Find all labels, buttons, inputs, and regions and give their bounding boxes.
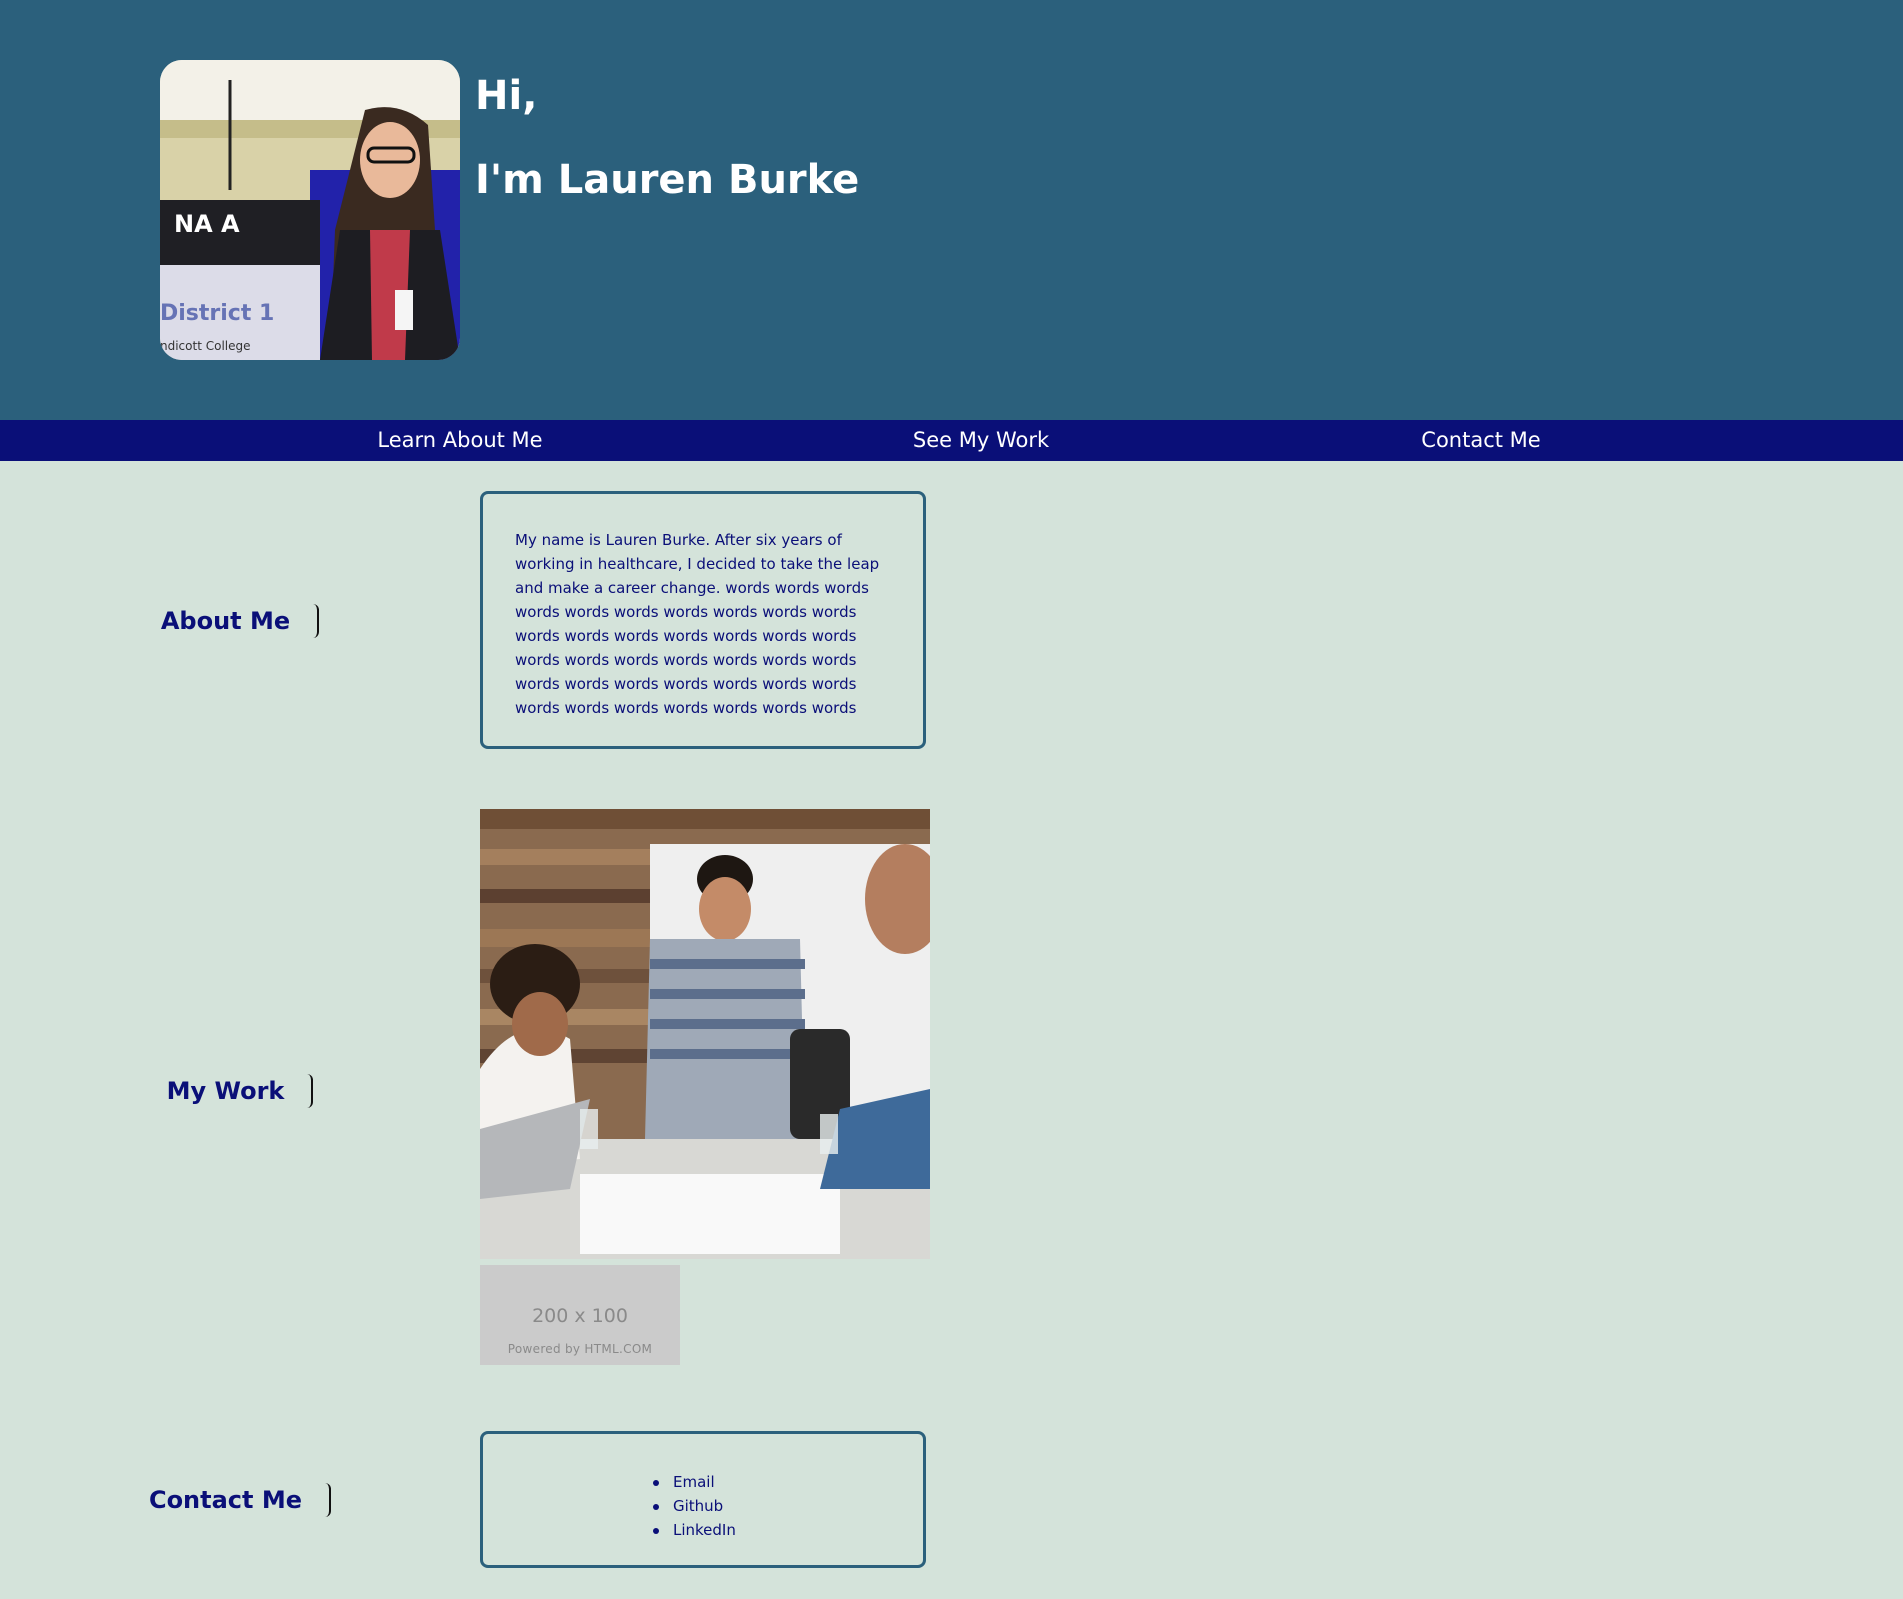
main-nav: Learn About Me See My Work Contact Me (0, 420, 1903, 461)
contact-me-label: Contact Me (120, 1480, 360, 1520)
my-work-label: My Work (120, 1071, 360, 1111)
bracket-divider-icon (312, 604, 320, 638)
contact-card: Email Github LinkedIn (480, 1431, 926, 1568)
nav-learn-about-me[interactable]: Learn About Me (377, 420, 542, 461)
profile-photo-image: NA A District 1 ndicott College (160, 60, 460, 360)
nav-see-my-work[interactable]: See My Work (913, 420, 1049, 461)
about-me-label: About Me (120, 601, 360, 641)
my-work-heading: My Work (166, 1077, 285, 1105)
profile-photo: NA A District 1 ndicott College (160, 60, 460, 360)
bracket-divider-icon (324, 1483, 332, 1517)
contact-item-linkedin: LinkedIn (653, 1518, 736, 1542)
github-link[interactable]: Github (673, 1497, 723, 1515)
bracket-divider-icon (306, 1074, 314, 1108)
placeholder-image: 200 x 100 Powered by HTML.COM (480, 1265, 680, 1365)
svg-text:ndicott College: ndicott College (160, 339, 251, 353)
greeting-heading: Hi, (475, 73, 538, 119)
contact-item-github: Github (653, 1494, 736, 1518)
contact-item-email: Email (653, 1470, 736, 1494)
email-link[interactable]: Email (673, 1473, 715, 1491)
contact-list: Email Github LinkedIn (653, 1470, 736, 1542)
nav-contact-me[interactable]: Contact Me (1421, 420, 1540, 461)
linkedin-link[interactable]: LinkedIn (673, 1521, 736, 1539)
name-heading: I'm Lauren Burke (475, 157, 860, 203)
work-photo (480, 809, 930, 1259)
svg-text:District 1: District 1 (160, 301, 274, 326)
placeholder-powered-text: Powered by HTML.COM (507, 1342, 653, 1356)
hero-header: NA A District 1 ndicott College Hi, I'm … (0, 0, 1903, 420)
about-text: My name is Lauren Burke. After six years… (515, 531, 880, 717)
placeholder-size-text: 200 x 100 (532, 1305, 628, 1327)
svg-text:NA A: NA A (174, 210, 240, 238)
contact-me-heading: Contact Me (148, 1486, 303, 1514)
about-card: My name is Lauren Burke. After six years… (480, 491, 926, 749)
work-image (480, 809, 930, 1259)
about-me-heading: About Me (160, 607, 291, 635)
